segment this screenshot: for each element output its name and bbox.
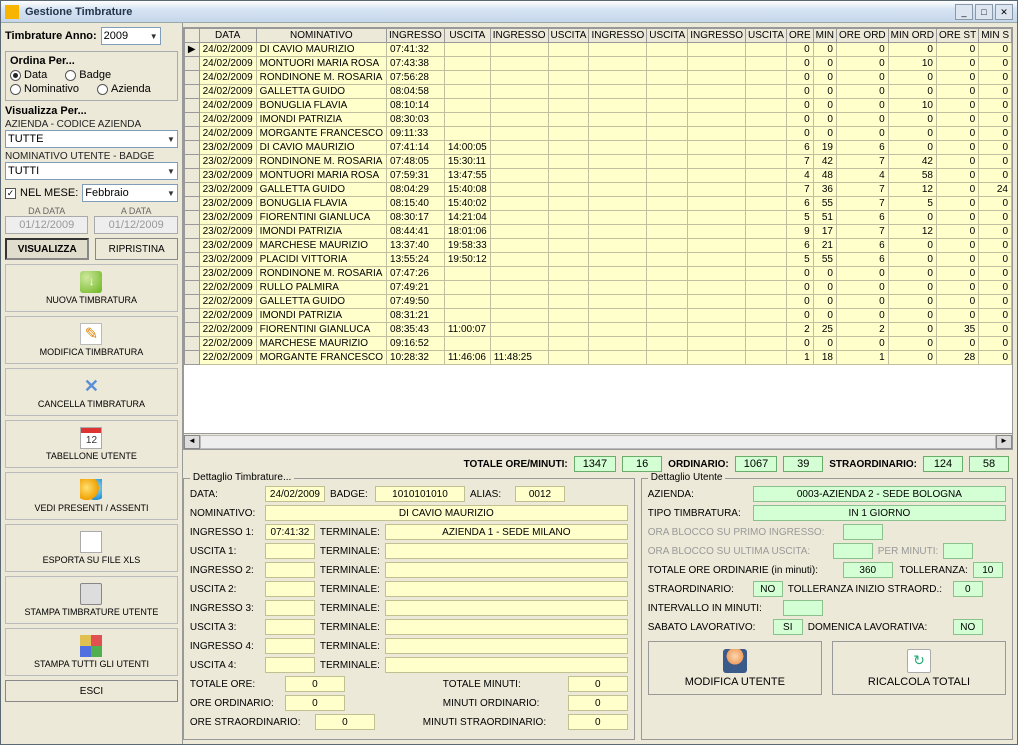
table-row[interactable]: 22/02/2009IMONDI PATRIZIA08:31:21000000 [184,309,1011,323]
table-row[interactable]: 23/02/2009RONDINONE M. ROSARIA07:47:2600… [184,267,1011,281]
maximize-button[interactable]: □ [975,4,993,20]
column-header[interactable]: INGRESSO [589,29,647,43]
edit-record-button[interactable]: MODIFICA TIMBRATURA [5,316,178,364]
table-row[interactable]: 22/02/2009FIORENTINI GIANLUCA08:35:4311:… [184,323,1011,337]
table-row[interactable]: 23/02/2009BONUGLIA FLAVIA08:15:4015:40:0… [184,197,1011,211]
table-row[interactable]: 23/02/2009GALLETTA GUIDO08:04:2915:40:08… [184,183,1011,197]
add-icon [80,271,102,293]
table-row[interactable]: 23/02/2009PLACIDI VITTORIA13:55:2419:50:… [184,253,1011,267]
edit-icon [80,323,102,345]
exit-button[interactable]: ESCI [5,680,178,702]
horizontal-scrollbar[interactable]: ◄ ► [184,433,1012,449]
table-row[interactable]: 24/02/2009MONTUORI MARIA ROSA07:43:38000… [184,57,1011,71]
presenti-button[interactable]: VEDI PRESENTI / ASSENTI [5,472,178,520]
table-row[interactable]: 23/02/2009IMONDI PATRIZIA08:44:4118:01:0… [184,225,1011,239]
minimize-button[interactable]: _ [955,4,973,20]
table-row[interactable]: 23/02/2009FIORENTINI GIANLUCA08:30:1714:… [184,211,1011,225]
delete-record-button[interactable]: CANCELLA TIMBRATURA [5,368,178,416]
users-icon [80,635,102,657]
sort-radio-badge[interactable]: Badge [65,69,111,81]
column-header[interactable]: NOMINATIVO [256,29,386,43]
str-min: 58 [969,456,1009,472]
total-ore: 1347 [574,456,616,472]
azienda-select[interactable]: TUTTE▼ [5,130,178,148]
column-header[interactable]: ORE ORD [836,29,888,43]
column-header[interactable]: ORE ST [936,29,978,43]
totals-bar: TOTALE ORE/MINUTI: 1347 16 ORDINARIO: 10… [183,454,1013,474]
column-header[interactable]: MIN ORD [888,29,936,43]
month-checkbox[interactable]: ✓ [5,188,16,199]
close-button[interactable]: ✕ [995,4,1013,20]
column-header[interactable]: USCITA [746,29,787,43]
tabellone-button[interactable]: TABELLONE UTENTE [5,420,178,468]
table-row[interactable]: 23/02/2009RONDINONE M. ROSARIA07:48:0515… [184,155,1011,169]
to-date-input: 01/12/2009 [94,216,177,234]
total-min: 16 [622,456,662,472]
table-row[interactable]: 23/02/2009MONTUORI MARIA ROSA07:59:3113:… [184,169,1011,183]
user-icon [723,649,747,673]
scroll-left-button[interactable]: ◄ [184,435,200,449]
sidebar: Timbrature Anno: 2009▼ Ordina Per... Dat… [1,23,183,744]
xls-icon [80,531,102,553]
column-header[interactable]: USCITA [647,29,688,43]
export-xls-button[interactable]: ESPORTA SU FILE XLS [5,524,178,572]
sort-group: Ordina Per... Data Badge Nominativo Azie… [5,51,178,101]
print-all-button[interactable]: STAMPA TUTTI GLI UTENTI [5,628,178,676]
chevron-down-icon: ▼ [167,135,175,144]
column-header[interactable]: MIN S [979,29,1012,43]
chevron-down-icon: ▼ [150,32,158,41]
column-header[interactable]: MIN [813,29,836,43]
app-icon [5,5,19,19]
modifica-utente-button[interactable]: MODIFICA UTENTE [648,641,822,695]
titlebar: Gestione Timbrature _ □ ✕ [1,1,1017,23]
new-record-button[interactable]: NUOVA TIMBRATURA [5,264,178,312]
ord-min: 39 [783,456,823,472]
people-icon [80,479,102,501]
dettaglio-timbrature: Dettaglio Timbrature... DATA:24/02/2009 … [183,478,635,740]
column-header[interactable]: INGRESSO [688,29,746,43]
str-ore: 124 [923,456,963,472]
year-label: Timbrature Anno: [5,30,97,42]
month-select[interactable]: Febbraio▼ [82,184,178,202]
column-header[interactable]: INGRESSO [490,29,548,43]
column-header[interactable]: DATA [199,29,256,43]
column-header[interactable]: USCITA [548,29,589,43]
table-row[interactable]: 22/02/2009RULLO PALMIRA07:49:21000000 [184,281,1011,295]
year-select[interactable]: 2009▼ [101,27,161,45]
utente-select[interactable]: TUTTI▼ [5,162,178,180]
chevron-down-icon: ▼ [167,189,175,198]
table-row[interactable]: 22/02/2009MORGANTE FRANCESCO10:28:3211:4… [184,351,1011,365]
table-row[interactable]: 23/02/2009DI CAVIO MAURIZIO07:41:1414:00… [184,141,1011,155]
ripristina-button[interactable]: RIPRISTINA [95,238,177,260]
ricalcola-button[interactable]: RICALCOLA TOTALI [832,641,1006,695]
from-date-input: 01/12/2009 [5,216,88,234]
sort-radio-azienda[interactable]: Azienda [97,83,151,95]
column-header[interactable]: INGRESSO [387,29,445,43]
ord-ore: 1067 [735,456,777,472]
scroll-right-button[interactable]: ► [996,435,1012,449]
table-row[interactable]: 24/02/2009RONDINONE M. ROSARIA07:56:2800… [184,71,1011,85]
recalc-icon [907,649,931,673]
sort-radio-nominativo[interactable]: Nominativo [10,83,79,95]
visualizza-button[interactable]: VISUALIZZA [5,238,89,260]
data-grid[interactable]: DATANOMINATIVOINGRESSOUSCITAINGRESSOUSCI… [183,27,1013,450]
sort-radio-data[interactable]: Data [10,69,47,81]
table-row[interactable]: 24/02/2009MORGANTE FRANCESCO09:11:330000… [184,127,1011,141]
print-user-button[interactable]: STAMPA TIMBRATURE UTENTE [5,576,178,624]
column-header[interactable]: USCITA [444,29,490,43]
window-title: Gestione Timbrature [25,6,955,18]
table-row[interactable]: 22/02/2009MARCHESE MAURIZIO09:16:5200000… [184,337,1011,351]
calendar-icon [80,427,102,449]
table-row[interactable]: 24/02/2009IMONDI PATRIZIA08:30:03000000 [184,113,1011,127]
table-row[interactable]: ▶24/02/2009DI CAVIO MAURIZIO07:41:320000… [184,43,1011,57]
table-row[interactable]: 24/02/2009GALLETTA GUIDO08:04:58000000 [184,85,1011,99]
column-header[interactable]: ORE [786,29,813,43]
printer-icon [80,583,102,605]
dettaglio-utente: Dettaglio Utente AZIENDA:0003-AZIENDA 2 … [641,478,1013,740]
table-row[interactable]: 24/02/2009BONUGLIA FLAVIA08:10:140001000 [184,99,1011,113]
table-row[interactable]: 23/02/2009MARCHESE MAURIZIO13:37:4019:58… [184,239,1011,253]
delete-icon [80,375,102,397]
chevron-down-icon: ▼ [167,167,175,176]
table-row[interactable]: 22/02/2009GALLETTA GUIDO07:49:50000000 [184,295,1011,309]
